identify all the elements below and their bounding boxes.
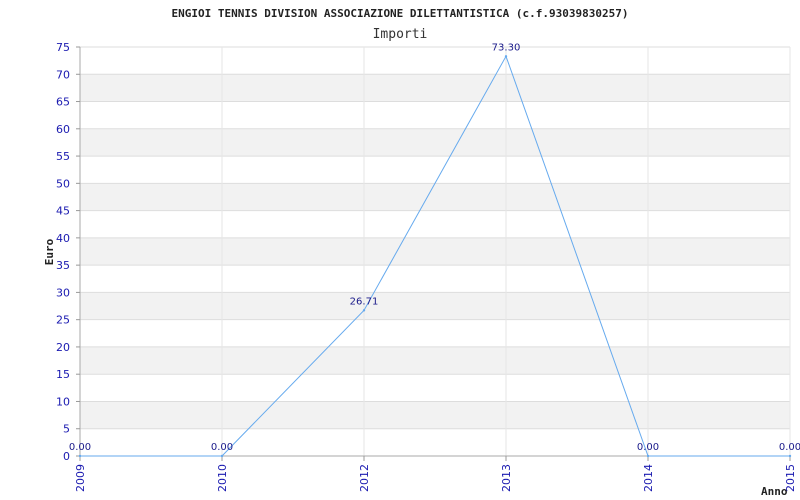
y-tick-label: 5 bbox=[63, 423, 70, 436]
x-axis-ticks: 2009 2010 2012 2013 2014 2015 bbox=[74, 456, 797, 492]
grid-band bbox=[80, 183, 790, 211]
grid-band bbox=[80, 401, 790, 429]
y-tick-label: 65 bbox=[56, 96, 70, 109]
data-label: 0.00 bbox=[779, 442, 800, 453]
x-tick-label: 2014 bbox=[642, 464, 655, 492]
grid-band bbox=[80, 237, 790, 266]
chart-title: ENGIOI TENNIS DIVISION ASSOCIAZIONE DILE… bbox=[172, 7, 629, 20]
x-tick-label: 2013 bbox=[500, 464, 513, 492]
data-label: 0.00 bbox=[69, 442, 91, 453]
data-point bbox=[220, 454, 224, 458]
y-tick-label: 75 bbox=[56, 41, 70, 54]
chart-subtitle: Importi bbox=[373, 27, 428, 42]
y-tick-label: 70 bbox=[56, 68, 70, 81]
y-tick-label: 30 bbox=[56, 286, 70, 299]
y-tick-label: 15 bbox=[56, 368, 70, 381]
y-tick-label: 40 bbox=[56, 232, 70, 245]
y-tick-label: 20 bbox=[56, 341, 70, 354]
data-point bbox=[504, 55, 508, 58]
y-tick-label: 10 bbox=[56, 395, 70, 408]
x-axis-label: Anno bbox=[761, 485, 788, 498]
y-tick-label: 55 bbox=[56, 150, 70, 163]
data-label: 0.00 bbox=[637, 442, 659, 453]
line-chart: 051015202530354045505560657075 2009 2010 2… bbox=[43, 7, 800, 498]
y-axis-ticks: 051015202530354045505560657075 bbox=[56, 41, 80, 463]
data-point bbox=[78, 454, 82, 458]
y-tick-label: 50 bbox=[56, 177, 70, 190]
data-point bbox=[788, 454, 792, 458]
data-point bbox=[646, 454, 650, 458]
y-tick-label: 45 bbox=[56, 205, 70, 218]
y-axis-label: Euro bbox=[43, 238, 56, 265]
y-tick-label: 60 bbox=[56, 123, 70, 136]
plot-background bbox=[80, 47, 790, 456]
grid-band bbox=[80, 346, 790, 375]
grid-band bbox=[80, 74, 790, 102]
x-tick-label: 2010 bbox=[216, 464, 229, 492]
data-label: 73.30 bbox=[492, 42, 521, 53]
x-tick-label: 2009 bbox=[74, 464, 87, 492]
y-tick-label: 25 bbox=[56, 314, 70, 327]
grid-band bbox=[80, 292, 790, 320]
data-label: 0.00 bbox=[211, 442, 233, 453]
y-tick-label: 35 bbox=[56, 259, 70, 272]
grid-band bbox=[80, 128, 790, 157]
data-label: 26.71 bbox=[350, 296, 379, 307]
data-point bbox=[362, 309, 366, 312]
x-tick-label: 2012 bbox=[358, 464, 371, 492]
